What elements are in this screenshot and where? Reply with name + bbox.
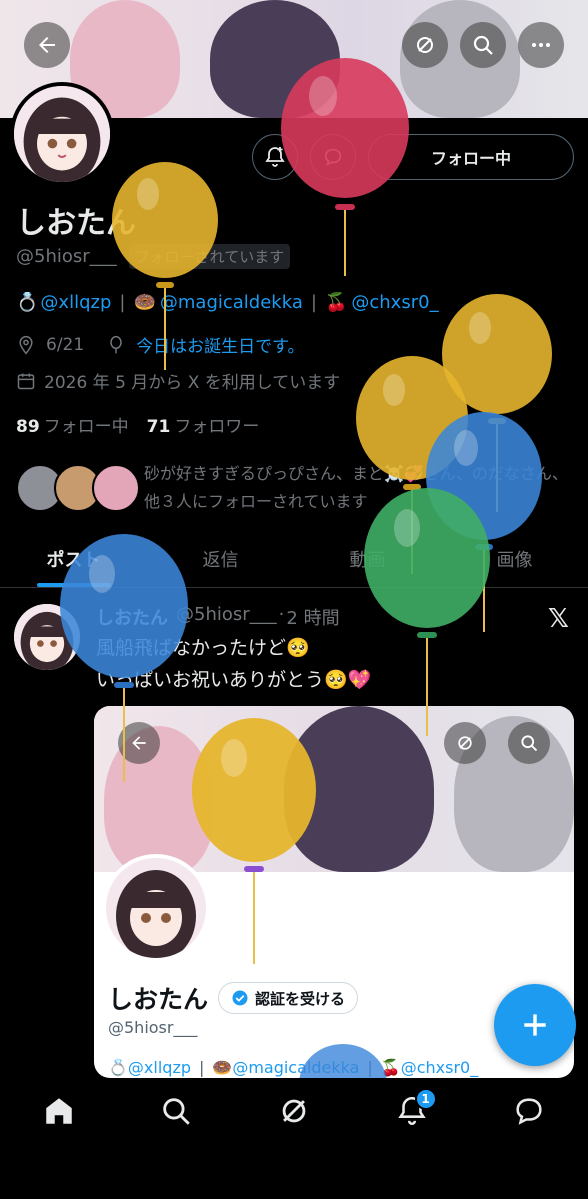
handle-row: @5hiosr___ フォローされています: [16, 244, 291, 269]
avatar-illustration: [14, 86, 110, 182]
tweet-line: いっぱいお祝いありがとう🥺💖: [96, 669, 372, 691]
embedded-grok-icon: [444, 722, 486, 764]
compose-button[interactable]: [494, 984, 576, 1066]
tweet-header: しおたん @5hiosr___ · 2 時間: [96, 604, 340, 630]
follower-avatar: [92, 464, 140, 512]
grok-button[interactable]: [402, 22, 448, 68]
nav-home[interactable]: [29, 1094, 89, 1134]
balloon-blue: [426, 412, 542, 632]
banner-figure-dark: [210, 0, 340, 118]
embedded-bio-link: 🍒@chxsr0_: [380, 1058, 479, 1077]
bio-separator: |: [119, 292, 126, 313]
following-button[interactable]: フォロー中: [368, 134, 574, 180]
location-pin-icon: [19, 335, 33, 354]
embedded-handle: @5hiosr___: [108, 1018, 198, 1037]
message-button[interactable]: [310, 134, 356, 180]
following-count: 89: [16, 417, 40, 437]
grok-icon: [458, 736, 472, 750]
joined-text: 2026 年 5 月から X を利用しています: [44, 373, 341, 393]
verify-label: 認証を受ける: [255, 989, 346, 1008]
embedded-verify-button: 認証を受ける: [218, 982, 359, 1014]
bio-link-magicaldekka[interactable]: @magicaldekka: [160, 292, 303, 313]
tweet-dot: ·: [278, 604, 285, 625]
notify-button[interactable]: [252, 134, 298, 180]
search-icon: [163, 1098, 191, 1125]
tweet-time[interactable]: 2 時間: [286, 604, 339, 630]
profile-tabs: ポスト 返信 動画 画像: [0, 530, 588, 588]
tab-media[interactable]: 画像: [441, 530, 588, 587]
tweet-avatar[interactable]: [14, 604, 80, 670]
grok-icon: [417, 37, 433, 53]
ring-emoji: 💍: [16, 292, 39, 313]
embedded-avatar: [102, 854, 210, 962]
tab-replies[interactable]: 返信: [147, 530, 294, 587]
banner-figure-dark: [284, 706, 434, 872]
follow-counts: 89 フォロー中 71 フォロワー: [16, 412, 259, 437]
avatar-illustration: [14, 604, 80, 670]
embedded-search-icon: [508, 722, 550, 764]
nav-notifications[interactable]: 1: [382, 1088, 442, 1134]
arrow-left-icon: [39, 37, 55, 53]
avatar-illustration: [106, 858, 206, 958]
notifications-badge: 1: [414, 1088, 437, 1110]
calendar-icon: [17, 373, 35, 389]
back-button[interactable]: [24, 22, 70, 68]
plus-icon: [524, 1014, 546, 1036]
search-button[interactable]: [460, 22, 506, 68]
embedded-bio-link: 💍@xllqzp: [108, 1058, 191, 1077]
follows-you-badge: フォローされています: [128, 244, 291, 269]
tweet-text: 風船飛ばなかったけど🥺 いっぱいお祝いありがとう🥺💖: [96, 632, 371, 696]
tab-videos[interactable]: 動画: [294, 530, 441, 587]
profile-avatar[interactable]: [10, 82, 114, 186]
x-logo-icon: 𝕏: [548, 604, 569, 634]
followers-label: フォロワー: [174, 417, 260, 437]
profile-handle: @5hiosr___: [16, 246, 117, 267]
tweet-author-handle[interactable]: @5hiosr___: [176, 604, 277, 630]
search-icon: [521, 735, 538, 752]
profile-meta-joined: 2026 年 5 月から X を利用しています: [16, 368, 340, 393]
verified-badge-icon: [232, 990, 248, 1006]
bottom-navigation: 1: [0, 1078, 588, 1199]
followers-count-link[interactable]: 71 フォロワー: [147, 412, 260, 437]
followed-by-text: 砂が好きすぎるぴっぴさん、まど☠️💞さん、のだなさん、他３人にフォローされていま…: [144, 464, 568, 511]
embedded-bio-separator: |: [367, 1058, 373, 1077]
bio-link-chxsr0[interactable]: @chxsr0_: [351, 292, 438, 313]
donut-emoji: 🍩: [133, 292, 156, 313]
tab-posts[interactable]: ポスト: [0, 530, 147, 587]
message-icon: [324, 148, 342, 166]
balloon-icon: [110, 335, 122, 353]
embedded-name: しおたん: [108, 985, 209, 1014]
message-icon: [516, 1098, 542, 1125]
embedded-bio-link: 🍩@magicaldekka: [212, 1058, 360, 1077]
home-icon: [46, 1098, 72, 1124]
embedded-bio: 💍@xllqzp | 🍩@magicaldekka | 🍒@chxsr0_: [108, 1058, 478, 1077]
profile-meta-location: 6/21 今日はお誕生日です。: [16, 332, 305, 357]
following-label: フォロー中: [43, 417, 129, 437]
nav-messages[interactable]: [499, 1094, 559, 1134]
followed-by-row[interactable]: 砂が好きすぎるぴっぴさん、まど☠️💞さん、のだなさん、他３人にフォローされていま…: [16, 460, 576, 520]
bio-link-xllqzp[interactable]: @xllqzp: [40, 292, 111, 313]
embedded-banner: [94, 706, 574, 876]
tweet-author-name[interactable]: しおたん: [96, 604, 168, 630]
arrow-left-icon: [132, 736, 146, 750]
profile-name: しおたん: [16, 206, 136, 241]
more-icon: [532, 43, 550, 47]
embedded-bio-separator: |: [199, 1058, 205, 1077]
balloon-green: [364, 488, 490, 736]
search-icon: [473, 35, 493, 55]
following-count-link[interactable]: 89 フォロー中: [16, 412, 129, 437]
more-button[interactable]: [518, 22, 564, 68]
followers-count: 71: [146, 417, 171, 437]
nav-grok[interactable]: [264, 1094, 324, 1134]
cherry-emoji: 🍒: [324, 292, 348, 313]
grok-icon: [282, 1099, 306, 1123]
embedded-back-icon: [118, 722, 160, 764]
bio-separator: |: [310, 292, 317, 313]
tweet-line: 風船飛ばなかったけど🥺: [96, 637, 310, 659]
birthday-link[interactable]: 今日はお誕生日です。: [136, 332, 304, 357]
location-text: 6/21: [46, 334, 85, 355]
nav-search[interactable]: [146, 1094, 206, 1134]
profile-bio: 💍 @xllqzp | 🍩 @magicaldekka | 🍒 @chxsr0_: [16, 292, 439, 313]
bell-plus-icon: [265, 147, 285, 167]
